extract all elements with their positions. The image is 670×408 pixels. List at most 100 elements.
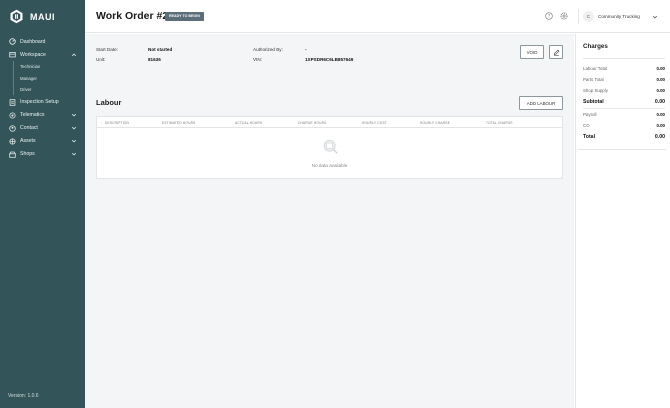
sidebar-subitem-driver[interactable]: Driver — [20, 84, 85, 96]
sidebar-nav: Dashboard Workspace Technician Manager D… — [0, 35, 85, 161]
sidebar-item-label: Contact — [20, 125, 38, 131]
empty-state-text: No data available — [311, 163, 348, 168]
column-header[interactable]: ACTUAL HOURS — [235, 121, 262, 125]
column-header[interactable]: DESCRIPTION — [105, 121, 129, 125]
vin-row: VIN: — [253, 57, 262, 62]
charge-label: Labour Total — [583, 66, 608, 71]
void-button[interactable]: VOID — [520, 45, 544, 59]
telematics-icon — [8, 111, 16, 119]
workspace-submenu: Technician Manager Driver — [0, 61, 85, 96]
table-header: DESCRIPTION ESTIMATED HOURS ACTUAL HOURS… — [97, 117, 562, 128]
workspace-icon — [8, 51, 16, 59]
svg-text:?: ? — [548, 14, 551, 20]
charge-value: 0.00 — [656, 66, 665, 71]
charge-value: 0.00 — [656, 123, 665, 128]
divider — [583, 108, 665, 109]
sidebar-subitem-technician[interactable]: Technician — [20, 61, 85, 73]
submenu-line — [13, 61, 14, 95]
charge-row-co: CO 0.00 — [583, 123, 665, 128]
unit-row: Unit: — [96, 57, 105, 62]
dashboard-icon — [8, 38, 16, 46]
start-date-label: Start Date: — [96, 47, 118, 52]
edit-button[interactable] — [549, 45, 563, 59]
charge-label: Shop Supply — [583, 88, 608, 93]
sidebar-item-telematics[interactable]: Telematics — [0, 109, 85, 122]
app-name: MAUI — [30, 11, 55, 22]
labour-title: Labour — [96, 98, 122, 107]
contact-icon — [8, 124, 16, 132]
shops-icon — [8, 150, 16, 158]
inspection-icon — [8, 98, 16, 106]
sidebar-item-shops[interactable]: Shops — [0, 148, 85, 161]
account-name: Community Trucking — [598, 14, 640, 19]
unit-label: Unit: — [96, 57, 106, 62]
chevron-down-icon — [71, 152, 77, 156]
main-content: Start Date: Not started Unit: 81636 Auth… — [85, 34, 574, 408]
charge-row-total: Total 0.00 — [583, 134, 665, 140]
charge-row-payroll: Payroll 0.00 — [583, 112, 665, 117]
charge-value: 0.00 — [656, 112, 665, 117]
column-header[interactable]: TOTAL CHARGE — [486, 121, 513, 125]
sidebar: MAUI Dashboard Workspace Technician Mana… — [0, 0, 85, 408]
charges-panel: Charges Labour Total 0.00 Parts Total 0.… — [575, 34, 670, 408]
chevron-down-icon — [652, 15, 658, 18]
sidebar-item-dashboard[interactable]: Dashboard — [0, 35, 85, 48]
column-header[interactable]: ESTIMATED HOURS — [162, 121, 195, 125]
start-date-value: Not started — [148, 47, 173, 52]
chevron-down-icon — [71, 113, 77, 117]
help-icon[interactable]: ? — [545, 12, 553, 20]
sidebar-item-label: Shops — [20, 151, 35, 157]
vin-value-row: 1XPSDR6C6LB857649 — [305, 57, 353, 62]
labour-table: DESCRIPTION ESTIMATED HOURS ACTUAL HOURS… — [96, 116, 563, 179]
unit-value-row: 81636 — [148, 57, 161, 62]
start-date-row: Start Date: — [96, 47, 118, 52]
page-title: Work Order #2 — [96, 10, 169, 22]
authorized-by-value: - — [305, 47, 307, 52]
avatar: C — [583, 11, 594, 22]
chevron-down-icon — [71, 126, 77, 130]
pencil-icon — [553, 49, 559, 56]
sidebar-item-label: Assets — [20, 138, 36, 144]
sidebar-subitem-manager[interactable]: Manager — [20, 73, 85, 85]
charges-card: Charges Labour Total 0.00 Parts Total 0.… — [578, 34, 666, 150]
authorized-by-row: Authorized By: — [253, 47, 283, 52]
vin-value: 1XPSDR6C6LB857649 — [305, 57, 354, 62]
charge-value: 0.00 — [656, 77, 665, 82]
charge-row-shop-supply: Shop Supply 0.00 — [583, 88, 665, 93]
column-header[interactable]: HOURLY CHARGE — [420, 121, 450, 125]
gear-icon[interactable] — [560, 12, 568, 20]
sidebar-item-label: Workspace — [20, 51, 46, 58]
start-date-value-row: Not started — [148, 47, 172, 52]
sidebar-item-workspace[interactable]: Workspace — [0, 48, 85, 61]
add-labour-button[interactable]: ADD LABOUR — [519, 96, 563, 110]
authorized-by-label: Authorized By: — [253, 47, 283, 52]
charge-label: Subtotal — [583, 99, 604, 105]
charge-label: CO — [583, 123, 590, 128]
charge-row-subtotal: Subtotal 0.00 — [583, 99, 665, 105]
charges-title: Charges — [583, 43, 608, 50]
charge-value: 0.00 — [654, 99, 665, 105]
authorized-by-value-row: - — [305, 47, 307, 52]
charge-label: Total — [583, 134, 596, 140]
chevron-down-icon — [71, 139, 77, 143]
sidebar-item-contact[interactable]: Contact — [0, 122, 85, 135]
charge-label: Parts Total — [583, 77, 604, 82]
charge-row-parts-total: Parts Total 0.00 — [583, 77, 665, 82]
column-header[interactable]: CHARGE HOURS — [298, 121, 326, 125]
column-header[interactable]: HOURLY COST — [362, 121, 387, 125]
unit-value: 81636 — [148, 57, 161, 62]
sidebar-item-label: Inspection Setup — [20, 99, 59, 105]
sidebar-item-assets[interactable]: Assets — [0, 135, 85, 148]
charge-row-labour-total: Labour Total 0.00 — [583, 66, 665, 71]
charge-value: 0.00 — [654, 134, 665, 140]
sidebar-item-label: Telematics — [20, 112, 45, 118]
account-switcher[interactable]: C Community Trucking — [578, 9, 658, 24]
charge-value: 0.00 — [656, 88, 665, 93]
logo[interactable]: MAUI — [9, 9, 55, 24]
page-header: Work Order #2 READY TO BEGIN ? C Communi… — [85, 0, 670, 33]
sidebar-item-label: Dashboard — [20, 38, 46, 45]
sidebar-item-inspection-setup[interactable]: Inspection Setup — [0, 96, 85, 109]
app-version: Version: 1.0.6 — [8, 393, 39, 399]
vin-label: VIN: — [253, 57, 262, 62]
logo-icon — [10, 9, 23, 24]
